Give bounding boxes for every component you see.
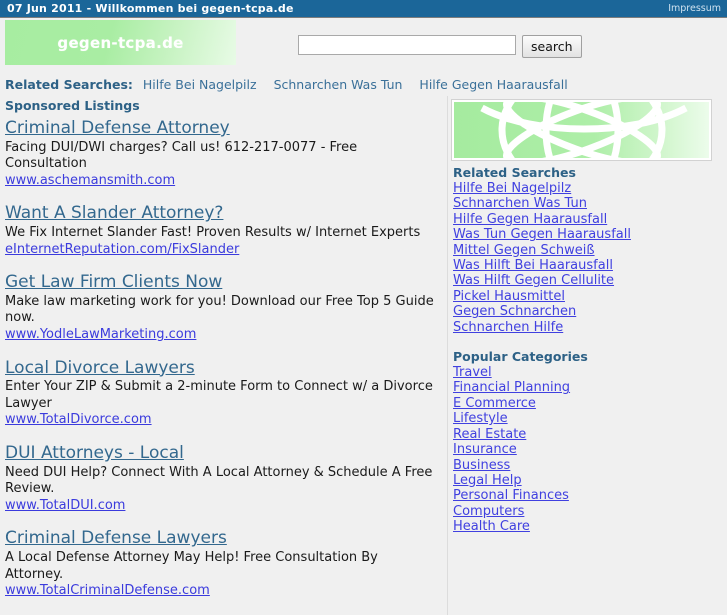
list-item: Business	[453, 458, 722, 473]
sidebar-category-link[interactable]: E Commerce	[453, 396, 536, 411]
sidebar-related-link[interactable]: Was Tun Gegen Haarausfall	[453, 227, 631, 242]
list-item: Travel	[453, 365, 722, 380]
ad-description: Need DUI Help? Connect With A Local Atto…	[5, 464, 433, 497]
impressum-link[interactable]: Impressum	[668, 3, 721, 14]
ad-description: Make law marketing work for you! Downloa…	[5, 293, 434, 326]
sidebar-category-link[interactable]: Legal Help	[453, 473, 522, 488]
sidebar-related-link[interactable]: Pickel Hausmittel	[453, 289, 565, 304]
ad-url-link[interactable]: www.TotalDUI.com	[5, 498, 125, 515]
ad-title-link[interactable]: Criminal Defense Attorney	[5, 118, 230, 139]
sponsored-ad: Criminal Defense Lawyers A Local Defense…	[5, 529, 447, 599]
sidebar-related-searches-list: Hilfe Bei Nagelpilz Schnarchen Was Tun H…	[451, 181, 722, 335]
list-item: Hilfe Bei Nagelpilz	[453, 181, 722, 196]
sidebar-category-link[interactable]: Computers	[453, 504, 524, 519]
green-globe-banner-icon	[451, 99, 712, 161]
sidebar-popular-categories-list: Travel Financial Planning E Commerce Lif…	[451, 365, 722, 534]
list-item: Hilfe Gegen Haarausfall	[453, 212, 722, 227]
site-header: gegen-tcpa.de search	[0, 18, 727, 74]
sponsored-ad: Want A Slander Attorney? We Fix Internet…	[5, 204, 447, 258]
list-item: Gegen Schnarchen	[453, 304, 722, 319]
list-item: E Commerce	[453, 396, 722, 411]
list-item: Lifestyle	[453, 411, 722, 426]
sidebar-related-link[interactable]: Schnarchen Was Tun	[453, 196, 587, 211]
search-button[interactable]: search	[522, 35, 582, 58]
sponsored-ad: DUI Attorneys - Local Need DUI Help? Con…	[5, 444, 447, 514]
ad-title-link[interactable]: Local Divorce Lawyers	[5, 358, 195, 379]
sidebar-related-link[interactable]: Was Hilft Bei Haarausfall	[453, 258, 613, 273]
related-search-link-0[interactable]: Hilfe Bei Nagelpilz	[143, 77, 257, 92]
ad-url-link[interactable]: www.YodleLawMarketing.com	[5, 327, 196, 344]
ad-url-link[interactable]: eInternetReputation.com/FixSlander	[5, 242, 239, 259]
related-search-link-1[interactable]: Schnarchen Was Tun	[274, 77, 403, 92]
search-form: search	[298, 35, 582, 58]
ad-url-link[interactable]: www.TotalDivorce.com	[5, 412, 152, 429]
sidebar-related-link[interactable]: Schnarchen Hilfe	[453, 320, 563, 335]
sidebar-category-link[interactable]: Business	[453, 458, 510, 473]
sponsored-ad: Get Law Firm Clients Now Make law market…	[5, 273, 447, 343]
ad-title-link[interactable]: Criminal Defense Lawyers	[5, 529, 227, 549]
sidebar-category-link[interactable]: Lifestyle	[453, 411, 508, 426]
list-item: Real Estate	[453, 427, 722, 442]
ad-title-link[interactable]: DUI Attorneys - Local	[5, 444, 184, 464]
sponsored-listings-heading: Sponsored Listings	[5, 98, 140, 113]
sidebar-category-link[interactable]: Travel	[453, 365, 492, 380]
list-item: Financial Planning	[453, 380, 722, 395]
content-area: Sponsored Listings Criminal Defense Atto…	[0, 96, 727, 615]
sidebar-category-link[interactable]: Health Care	[453, 519, 530, 534]
list-item: Health Care	[453, 519, 722, 534]
list-item: Computers	[453, 504, 722, 519]
search-input[interactable]	[298, 35, 516, 55]
sidebar-related-link[interactable]: Hilfe Gegen Haarausfall	[453, 212, 607, 227]
list-item: Schnarchen Hilfe	[453, 320, 722, 335]
sponsored-ad: Criminal Defense Attorney Facing DUI/DWI…	[5, 118, 447, 190]
ad-title-link[interactable]: Get Law Firm Clients Now	[5, 273, 222, 293]
list-item: Insurance	[453, 442, 722, 457]
list-item: Schnarchen Was Tun	[453, 196, 722, 211]
sidebar-related-link[interactable]: Was Hilft Gegen Cellulite	[453, 273, 614, 288]
ad-description: A Local Defense Attorney May Help! Free …	[5, 550, 378, 582]
related-searches-label: Related Searches:	[5, 77, 133, 92]
sidebar-related-link[interactable]: Mittel Gegen Schweiß	[453, 243, 595, 258]
ad-title-link[interactable]: Want A Slander Attorney?	[5, 204, 223, 224]
sidebar-related-searches-heading: Related Searches	[453, 165, 576, 180]
sponsored-ad: Local Divorce Lawyers Enter Your ZIP & S…	[5, 358, 447, 429]
related-searches-strip: Related Searches: Hilfe Bei Nagelpilz Schn…	[0, 74, 727, 96]
sidebar-related-link[interactable]: Gegen Schnarchen	[453, 304, 576, 319]
sidebar-category-link[interactable]: Personal Finances	[453, 488, 569, 503]
page-title: 07 Jun 2011 - Willkommen bei gegen-tcpa.…	[7, 2, 294, 15]
list-item: Pickel Hausmittel	[453, 289, 722, 304]
sidebar-popular-categories-heading: Popular Categories	[453, 349, 588, 365]
site-logo[interactable]: gegen-tcpa.de	[5, 20, 236, 65]
list-item: Was Hilft Gegen Cellulite	[453, 273, 722, 288]
sidebar-related-link[interactable]: Hilfe Bei Nagelpilz	[453, 181, 571, 196]
list-item: Personal Finances	[453, 488, 722, 503]
sponsored-listings-column: Sponsored Listings Criminal Defense Atto…	[0, 96, 448, 615]
sidebar-category-link[interactable]: Real Estate	[453, 427, 526, 442]
ad-description: We Fix Internet Slander Fast! Proven Res…	[5, 224, 421, 240]
ad-description: Facing DUI/DWI charges? Call us! 612-217…	[5, 139, 358, 172]
sidebar-category-link[interactable]: Insurance	[453, 442, 517, 457]
ad-url-link[interactable]: www.TotalCriminalDefense.com	[5, 583, 210, 600]
ad-description: Enter Your ZIP & Submit a 2-minute Form …	[5, 379, 433, 411]
sidebar-category-link[interactable]: Financial Planning	[453, 380, 570, 395]
related-search-link-2[interactable]: Hilfe Gegen Haarausfall	[419, 77, 567, 92]
site-logo-label: gegen-tcpa.de	[57, 33, 184, 52]
browser-status-bar: 07 Jun 2011 - Willkommen bei gegen-tcpa.…	[0, 0, 727, 18]
list-item: Was Hilft Bei Haarausfall	[453, 258, 722, 273]
list-item: Was Tun Gegen Haarausfall	[453, 227, 722, 242]
list-item: Mittel Gegen Schweiß	[453, 243, 722, 258]
sidebar: Related Searches Hilfe Bei Nagelpilz Sch…	[448, 96, 722, 549]
list-item: Legal Help	[453, 473, 722, 488]
ad-url-link[interactable]: www.aschemansmith.com	[5, 173, 175, 190]
